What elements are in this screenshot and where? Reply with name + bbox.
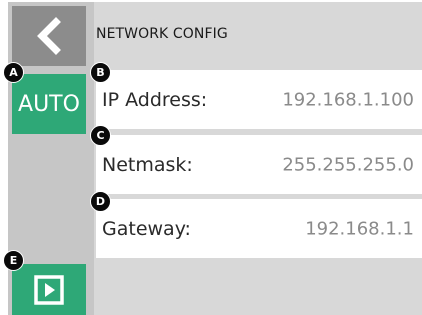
auto-button[interactable]: AUTO (12, 74, 86, 134)
gateway-label: Gateway: (102, 217, 191, 240)
network-config-screen: AUTO NETWORK CONFIG IP Address: 192.168.… (8, 2, 422, 315)
netmask-value: 255.255.255.0 (282, 154, 414, 175)
ip-address-label: IP Address: (102, 88, 208, 111)
play-button[interactable] (12, 264, 86, 315)
gateway-row[interactable]: Gateway: 192.168.1.1 (96, 199, 422, 258)
play-icon (34, 274, 64, 305)
netmask-label: Netmask: (102, 153, 193, 176)
back-button[interactable] (12, 6, 86, 66)
sidebar: AUTO (8, 2, 94, 315)
marker-c: C (90, 125, 111, 146)
marker-a: A (3, 62, 24, 83)
gateway-value: 192.168.1.1 (305, 218, 414, 239)
ip-address-value: 192.168.1.100 (282, 89, 414, 110)
netmask-row[interactable]: Netmask: 255.255.255.0 (96, 135, 422, 194)
marker-d: D (90, 191, 111, 212)
page-title: NETWORK CONFIG (96, 26, 228, 42)
marker-b: B (90, 62, 111, 83)
auto-button-label: AUTO (18, 91, 80, 117)
chevron-left-icon (37, 17, 61, 55)
ip-address-row[interactable]: IP Address: 192.168.1.100 (96, 70, 422, 129)
marker-e: E (3, 250, 24, 271)
